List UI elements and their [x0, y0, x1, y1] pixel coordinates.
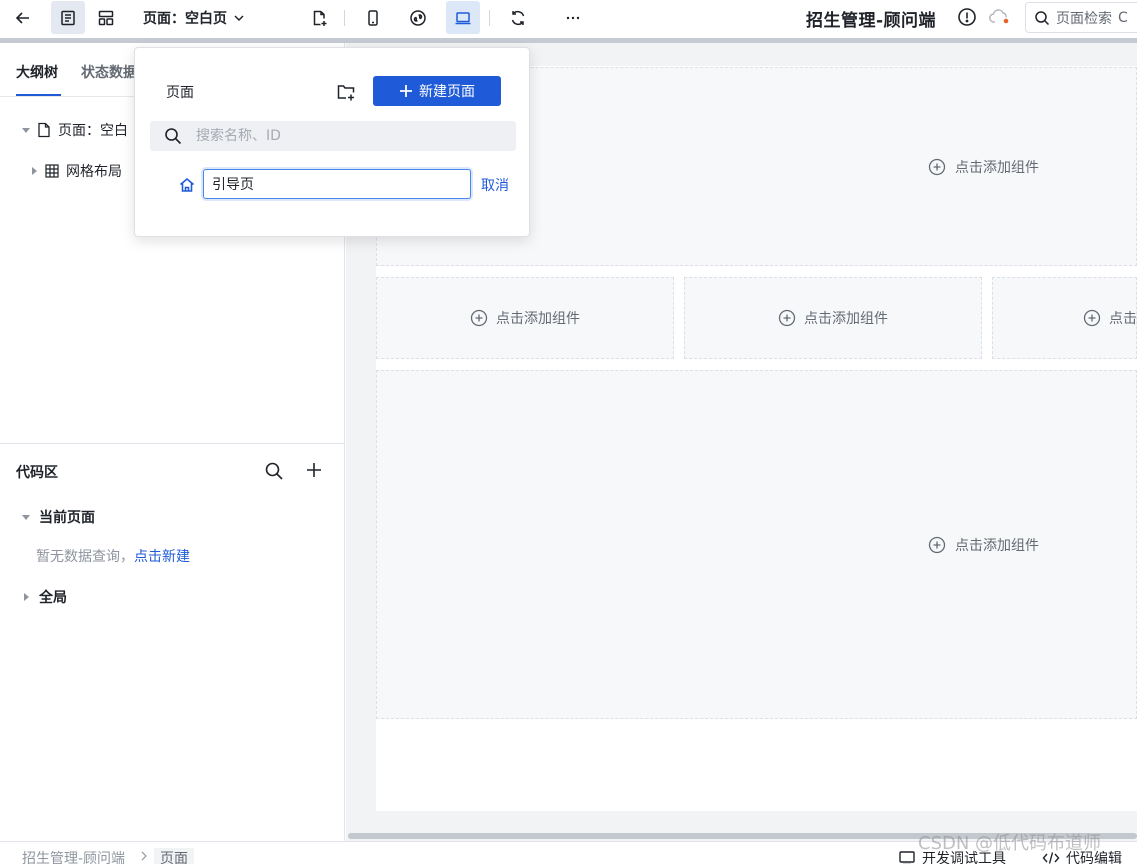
home-icon[interactable]	[178, 176, 196, 194]
code-group-label: 全局	[39, 590, 67, 606]
slot-add-label: 点击添加组件	[955, 160, 1039, 176]
add-circle-icon	[928, 158, 946, 176]
add-circle-icon	[928, 536, 946, 554]
code-area-title: 代码区	[16, 465, 58, 481]
more-icon[interactable]	[556, 1, 590, 34]
caret-down-icon[interactable]	[22, 126, 30, 134]
code-area-panel: 代码区 当前页面 暂无数据查询，点击新建 全局	[0, 443, 345, 841]
page-search-field[interactable]	[150, 121, 516, 151]
add-page-icon[interactable]	[302, 1, 336, 34]
slot-add-label: 点击添加组件	[955, 538, 1039, 554]
caret-right-icon[interactable]	[30, 167, 38, 175]
page-search-shortcut: C	[1118, 9, 1128, 26]
outline-panel-icon[interactable]	[51, 1, 85, 34]
slot-add-prompt: 点击添加组件	[928, 157, 1039, 177]
back-arrow-icon[interactable]	[6, 1, 40, 34]
debug-monitor-icon	[899, 851, 915, 864]
desktop-device-icon[interactable]	[446, 1, 480, 34]
mobile-device-icon[interactable]	[356, 1, 390, 34]
tree-item-label: 网格布局	[66, 164, 122, 180]
layout-panel-icon[interactable]	[89, 1, 123, 34]
code-group-global[interactable]: 全局	[22, 587, 67, 607]
tab-state-data[interactable]: 状态数据	[81, 62, 137, 82]
tab-outline-tree[interactable]: 大纲树	[16, 62, 58, 82]
component-slot[interactable]: 点击添加组件	[992, 277, 1137, 359]
page-search-input[interactable]: 页面检索 C	[1025, 2, 1137, 33]
tree-item-label: 页面：空白	[58, 123, 128, 139]
tree-item-page[interactable]: 页面：空白	[22, 120, 128, 140]
component-slot[interactable]: 点击添加组件	[376, 370, 1137, 719]
slot-add-label: 点击添加组件	[496, 311, 580, 327]
caret-right-icon	[24, 593, 29, 601]
toolbar-divider	[489, 10, 490, 26]
component-slot[interactable]: 点击添加组件	[376, 277, 674, 359]
pages-popover: 页面 新建页面 取消	[134, 47, 530, 237]
refresh-icon[interactable]	[501, 1, 535, 34]
toolbar-divider	[344, 10, 345, 26]
new-page-name-input[interactable]	[203, 169, 471, 199]
plus-icon	[400, 85, 412, 97]
empty-query-text: 暂无数据查询，	[36, 549, 134, 565]
page-search-input-field[interactable]	[196, 128, 496, 144]
app-title: 招生管理-顾问端	[806, 11, 937, 31]
tree-item-grid-layout[interactable]: 网格布局	[30, 161, 122, 181]
cloud-sync-icon[interactable]	[989, 8, 1011, 26]
create-query-link[interactable]: 点击新建	[134, 549, 190, 565]
code-group-current-page[interactable]: 当前页面	[22, 507, 95, 527]
component-slot[interactable]: 点击添加组件	[684, 277, 982, 359]
chevron-down-icon	[234, 15, 244, 22]
breadcrumb-page[interactable]: 页面	[154, 848, 194, 864]
warning-icon[interactable]	[957, 7, 977, 27]
new-page-button[interactable]: 新建页面	[373, 76, 501, 106]
slot-add-label: 点击添加组件	[804, 311, 888, 327]
search-icon	[1035, 10, 1050, 25]
caret-down-icon	[22, 515, 30, 520]
new-folder-icon[interactable]	[336, 82, 356, 102]
plus-icon[interactable]	[305, 461, 323, 479]
slot-add-prompt: 点击添加组件	[928, 535, 1039, 555]
page-selector-label: 页面：空白页	[143, 11, 227, 27]
chevron-right-icon	[141, 851, 147, 861]
add-circle-icon	[1083, 309, 1101, 327]
page-selector-dropdown[interactable]: 页面：空白页	[143, 7, 245, 29]
mini-program-icon[interactable]	[401, 1, 435, 34]
page-search-label: 页面检索	[1056, 10, 1112, 27]
watermark: CSDN @低代码布道师	[918, 833, 1102, 854]
cancel-button[interactable]: 取消	[481, 175, 509, 195]
code-group-label: 当前页面	[39, 510, 95, 526]
search-icon	[165, 128, 182, 145]
grid-icon	[45, 164, 59, 178]
breadcrumb-app[interactable]: 招生管理-顾问端	[22, 848, 125, 864]
empty-query-hint: 暂无数据查询，点击新建	[36, 546, 190, 566]
search-icon[interactable]	[264, 461, 284, 481]
add-circle-icon	[778, 309, 796, 327]
popover-title: 页面	[166, 85, 194, 101]
new-page-button-label: 新建页面	[419, 84, 475, 100]
slot-add-label: 点击添加组件	[1109, 311, 1137, 327]
active-tab-indicator	[16, 94, 61, 96]
top-toolbar: 页面：空白页 招生管理-顾问端 页面检索 C	[0, 0, 1137, 38]
page-icon	[38, 122, 50, 138]
add-circle-icon	[470, 309, 488, 327]
